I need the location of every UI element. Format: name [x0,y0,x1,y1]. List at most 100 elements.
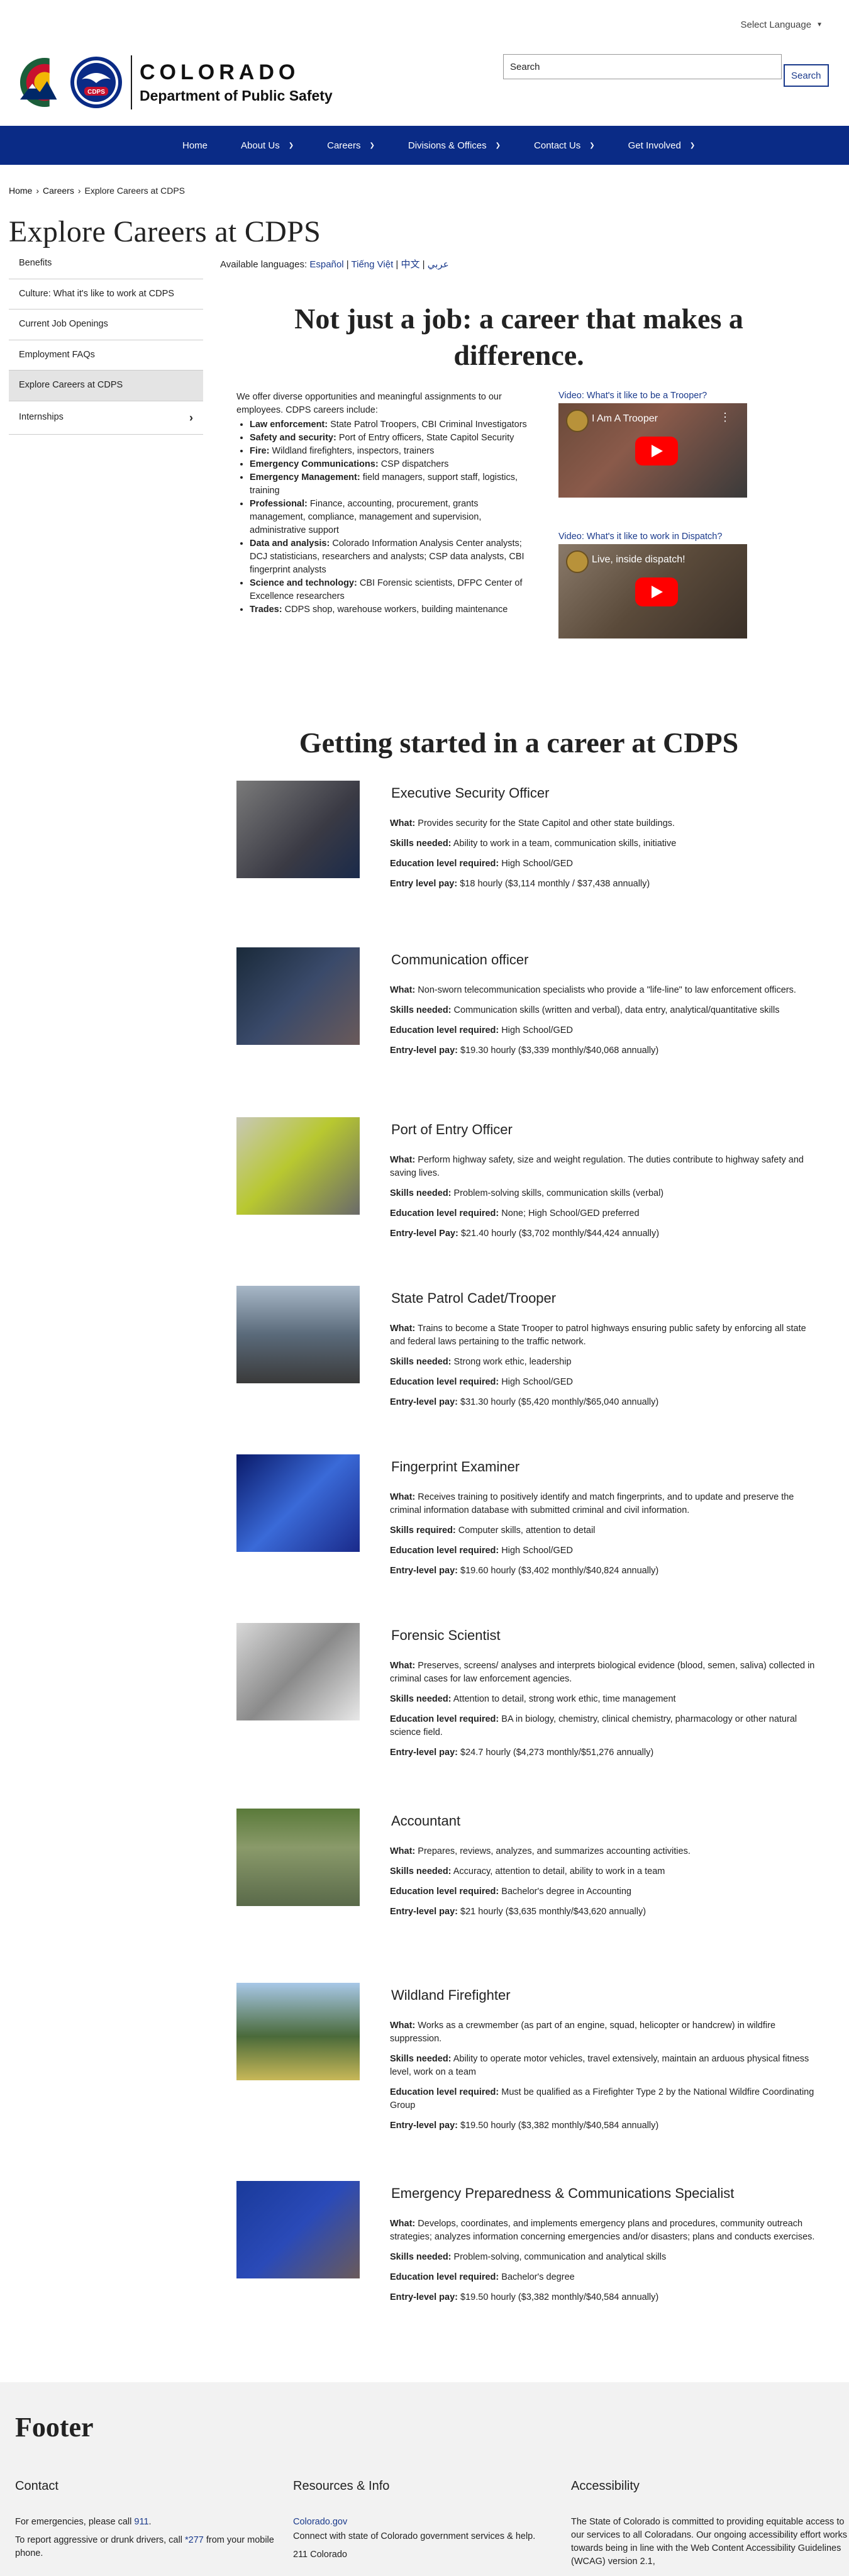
job-detail-value: Communication skills (written and verbal… [453,1005,780,1015]
career-type-desc: Wildland firefighters, inspectors, train… [272,445,435,456]
colorado-gov-link[interactable]: Colorado.gov [293,2517,347,2527]
job-detail-row: Entry-level pay: $31.30 hourly ($5,420 m… [390,1396,818,1409]
job-detail-label: Entry-level Pay: [390,1228,458,1239]
job-detail-label: Education level required: [390,1545,499,1556]
job-details: Emergency Preparedness & Communications … [390,2181,818,2311]
sidebar-item-employment-faqs[interactable]: Employment FAQs [9,340,203,371]
site-logo[interactable]: CDPS COLORADO Department of Public Safet… [19,55,333,109]
language-link-spanish[interactable]: Español [309,259,343,270]
job-detail-label: Skills needed: [390,1188,452,1198]
job-detail-row: Skills required: Computer skills, attent… [390,1524,818,1537]
sidebar-item-label[interactable]: Current Job Openings [19,318,108,331]
job-detail-value: $19.60 hourly ($3,402 monthly/$40,824 an… [460,1565,659,1576]
breadcrumb-home[interactable]: Home [9,186,32,196]
report-phone-link[interactable]: *277 [185,2535,204,2545]
nav-item-label[interactable]: Careers [327,140,360,151]
report-text: To report aggressive or drunk drivers, c… [15,2535,185,2546]
search-form: Search Search [503,54,829,87]
nav-item-label[interactable]: Divisions & Offices [408,140,487,151]
intro-text: We offer diverse opportunities and meani… [220,391,528,638]
sidebar-item-culture[interactable]: Culture: What it's like to work at CDPS [9,279,203,310]
nav-item-home[interactable]: Home [182,140,208,151]
job-detail-value: Perform highway safety, size and weight … [390,1154,804,1178]
job-detail-label: Education level required: [390,1714,499,1724]
job-photo [236,1809,360,1906]
job-photo [236,1454,360,1552]
more-options-icon[interactable]: ⋮ [719,411,731,424]
language-label[interactable]: Select Language [740,20,811,30]
career-type-term: Data and analysis: [250,538,330,549]
language-link-vietnamese[interactable]: Tiếng Việt [352,259,394,270]
nav-item-label[interactable]: Get Involved [628,140,681,151]
sidebar-item-label[interactable]: Explore Careers at CDPS [19,379,123,392]
breadcrumb-careers[interactable]: Careers [43,186,74,196]
nav-item-label[interactable]: Home [182,140,208,151]
sidebar-item-benefits[interactable]: Benefits [9,251,203,279]
nav-item-contact-us[interactable]: Contact Us ❯ [534,140,595,151]
play-icon[interactable] [635,577,678,606]
footer-accessibility: Accessibility The State of Colorado is c… [571,2477,849,2573]
job-detail-row: What: Provides security for the State Ca… [390,817,818,830]
video-link-dispatch[interactable]: Video: What's it like to work in Dispatc… [558,532,722,542]
topbar: Select Language ▼ [0,0,849,49]
logo-divider [131,55,132,109]
job-detail-value: Problem-solving skills, communication sk… [453,1188,664,1198]
job-detail-label: Entry-level pay: [390,2292,458,2302]
career-type-term: Fire: [250,445,270,456]
nav-item-get-involved[interactable]: Get Involved ❯ [628,140,696,151]
site-header: CDPS COLORADO Department of Public Safet… [0,49,849,126]
sidebar-nav: Benefits Culture: What it's like to work … [9,251,203,435]
job-detail-row: What: Trains to become a State Trooper t… [390,1322,818,1349]
job-detail-label: Skills needed: [390,2053,452,2064]
career-types-list: Law enforcement: State Patrol Troopers, … [236,418,528,616]
career-type-term: Safety and security: [250,432,336,443]
career-type-term: Law enforcement: [250,419,328,430]
nav-item-divisions-offices[interactable]: Divisions & Offices ❯ [408,140,501,151]
sidebar-item-internships[interactable]: Internships › [9,401,203,435]
job-details: Fingerprint Examiner What: Receives train… [390,1454,818,1585]
sidebar-item-label[interactable]: Internships [19,411,64,424]
nav-item-label[interactable]: About Us [241,140,280,151]
job-detail-value: Prepares, reviews, analyzes, and summari… [418,1846,691,1856]
main-content: Available languages: Español | Tiếng Việ… [220,251,818,2302]
career-type-item: Safety and security: Port of Entry offic… [250,432,528,445]
sidebar-item-label[interactable]: Culture: What it's like to work at CDPS [19,288,174,301]
resource-211-link[interactable]: 211 Colorado [293,2548,571,2562]
play-icon[interactable] [635,436,678,466]
emergency-phone-link[interactable]: 911 [134,2517,148,2527]
video-link-trooper[interactable]: Video: What's it like to be a Trooper? [558,391,707,401]
job-title: Accountant [391,1813,461,1829]
job-detail-label: What: [390,2020,416,2031]
job-detail-value: $19.50 hourly ($3,382 monthly/$40,584 an… [460,2120,659,2131]
sidebar-item-current-job-openings[interactable]: Current Job Openings [9,309,203,340]
search-button[interactable]: Search [784,64,829,87]
job-detail-value: Receives training to positively identify… [390,1492,794,1515]
nav-item-careers[interactable]: Careers ❯ [327,140,375,151]
search-input[interactable]: Search [503,54,782,79]
language-link-arabic[interactable]: عربي [428,259,449,270]
job-detail-row: Skills needed: Ability to work in a team… [390,837,818,850]
job-detail-label: Entry-level pay: [390,1045,458,1056]
language-selector[interactable]: Select Language ▼ [740,20,823,30]
job-detail-row: What: Prepares, reviews, analyzes, and s… [390,1845,818,1858]
video-player-dispatch[interactable]: Live, inside dispatch! [558,544,747,638]
nav-item-about-us[interactable]: About Us ❯ [241,140,294,151]
language-link-chinese[interactable]: 中文 [401,259,419,270]
job-detail-value: None; High School/GED preferred [501,1208,640,1218]
chevron-right-icon[interactable]: › [189,410,193,425]
career-type-item: Emergency Management: field managers, su… [250,471,528,498]
job-detail-value: $19.50 hourly ($3,382 monthly/$40,584 an… [460,2292,659,2302]
sidebar-item-explore-careers[interactable]: Explore Careers at CDPS [9,371,203,401]
sidebar-item-label[interactable]: Employment FAQs [19,349,95,362]
footer-resources: Resources & Info Colorado.gov Connect wi… [293,2477,571,2573]
video-title: I Am A Trooper [592,413,658,424]
sidebar-item-label[interactable]: Benefits [19,257,52,270]
job-detail-label: Entry-level pay: [390,2120,458,2131]
career-type-term: Emergency Management: [250,472,360,482]
job-detail-row: Skills needed: Accuracy, attention to de… [390,1865,818,1878]
video-player-trooper[interactable]: I Am A Trooper ⋮ [558,403,747,498]
job-title: State Patrol Cadet/Trooper [391,1290,557,1306]
nav-item-label[interactable]: Contact Us [534,140,580,151]
available-languages: Available languages: Español | Tiếng Việ… [220,259,449,270]
job-title: Communication officer [391,952,529,967]
